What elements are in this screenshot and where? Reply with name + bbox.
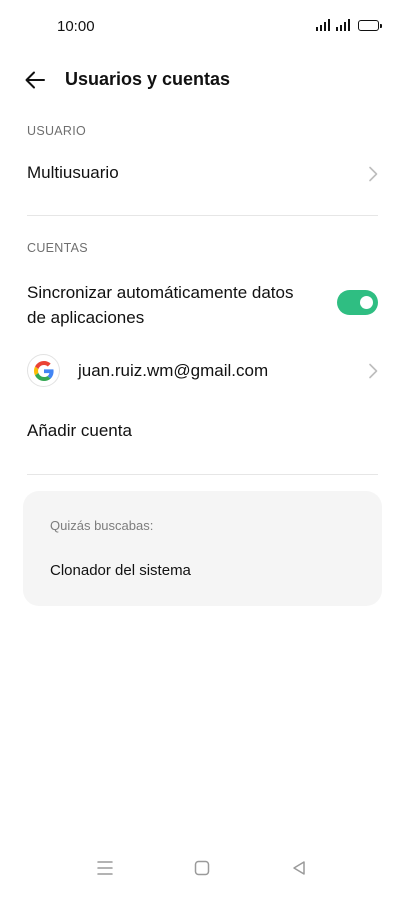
auto-sync-label-line1: Sincronizar automáticamente datos [27, 283, 294, 302]
suggestions-title: Quizás buscabas: [50, 518, 154, 533]
menu-icon[interactable] [95, 858, 115, 878]
google-account-email: juan.ruiz.wm@gmail.com [78, 361, 269, 380]
navigation-bar [0, 842, 405, 902]
auto-sync-row[interactable]: Sincronizar automáticamente datos de apl… [0, 272, 405, 334]
chevron-right-icon [368, 363, 378, 379]
signal-icon [316, 19, 330, 31]
status-time: 10:00 [57, 18, 95, 35]
google-icon [27, 354, 60, 387]
chevron-right-icon [368, 166, 378, 182]
add-account-row[interactable]: Añadir cuenta [0, 410, 405, 452]
page-title: Usuarios y cuentas [65, 69, 231, 89]
auto-sync-label: Sincronizar automáticamente datos de apl… [27, 280, 293, 330]
multiuser-row[interactable]: Multiusuario [0, 150, 405, 200]
back-triangle-icon[interactable] [289, 858, 309, 878]
add-account-label: Añadir cuenta [27, 421, 132, 440]
section-label-cuentas: CUENTAS [27, 241, 88, 255]
header: Usuarios y cuentas [0, 60, 405, 100]
auto-sync-toggle[interactable] [337, 290, 378, 315]
section-label-usuario: USUARIO [27, 124, 87, 138]
back-arrow-icon[interactable] [24, 69, 46, 91]
auto-sync-label-line2: de aplicaciones [27, 308, 145, 327]
multiuser-label: Multiusuario [27, 163, 119, 182]
status-icons [316, 19, 382, 31]
battery-icon [358, 20, 382, 31]
status-bar: 10:00 [0, 0, 405, 52]
signal-icon [336, 19, 350, 31]
home-square-icon[interactable] [192, 858, 212, 878]
suggestion-item-system-cloner[interactable]: Clonador del sistema [50, 562, 191, 579]
toggle-knob [360, 296, 373, 309]
divider [27, 215, 378, 216]
google-account-row[interactable]: juan.ruiz.wm@gmail.com [0, 350, 405, 392]
divider [27, 474, 378, 475]
suggestions-card: Quizás buscabas: Clonador del sistema [23, 491, 382, 606]
